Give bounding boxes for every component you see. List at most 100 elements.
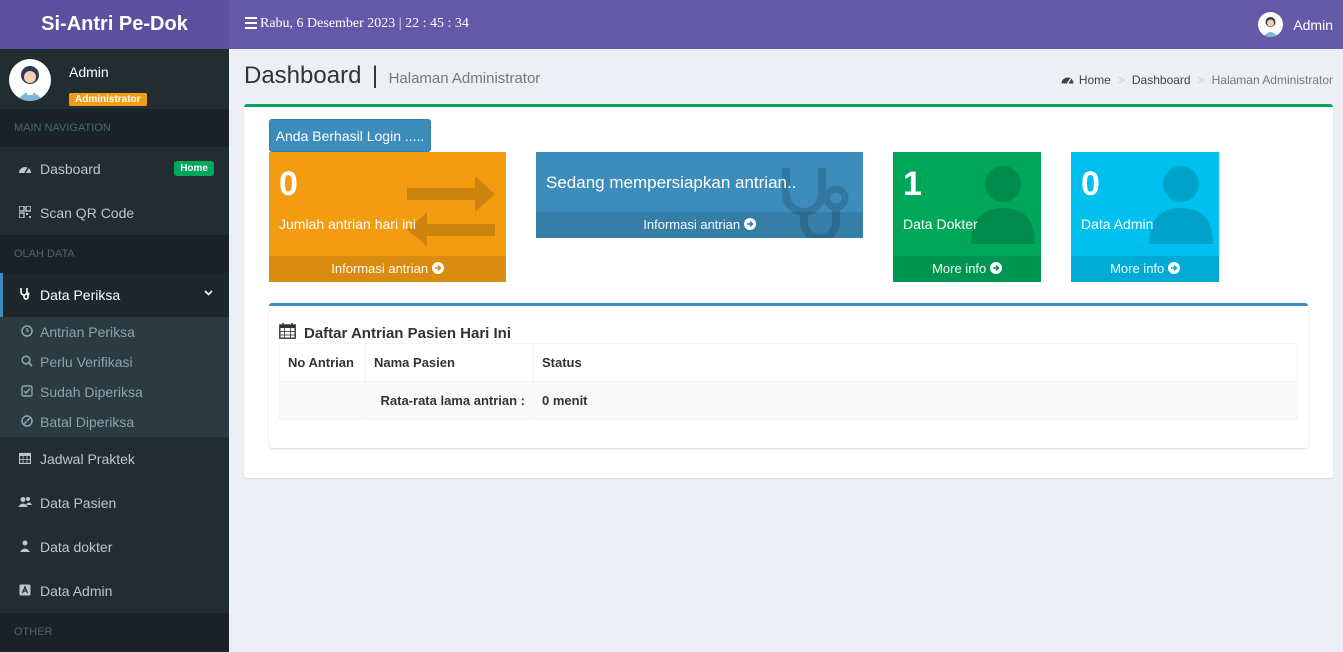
home-badge: Home	[174, 161, 214, 176]
admin-icon	[17, 584, 33, 599]
doctor-more-info-label: More info	[932, 261, 987, 276]
calendar-icon	[17, 452, 33, 467]
sidebar-item-sudah-diperiksa[interactable]: Sudah Diperiksa	[0, 377, 229, 407]
column-status: Status	[533, 343, 1298, 382]
arrow-circle-right-icon	[1167, 262, 1180, 274]
queue-list-box: Daftar Antrian Pasien Hari Ini No Antria…	[269, 303, 1308, 448]
status-info-label: Informasi antrian	[643, 217, 741, 232]
sidebar-item-perlu-verifikasi[interactable]: Perlu Verifikasi	[0, 347, 229, 377]
queue-table: No Antrian Nama Pasien Status Rata-rata …	[279, 343, 1298, 420]
queue-list-title-text: Daftar Antrian Pasien Hari Ini	[304, 324, 511, 342]
sidebar-item-label: Perlu Verifikasi	[40, 354, 133, 370]
column-nama-pasien: Nama Pasien	[365, 343, 534, 382]
sidebar-item-label: Data Pasien	[40, 495, 117, 511]
arrow-circle-right-icon	[989, 262, 1002, 274]
sidebar-item-data-admin[interactable]: Data Admin	[0, 569, 229, 613]
queue-count-card: 0 Jumlah antrian hari ini Informasi antr…	[269, 152, 506, 282]
breadcrumb-dashboard[interactable]: Dashboard	[1132, 73, 1191, 87]
doctor-icon	[17, 540, 33, 555]
content-header: Dashboard | Halaman Administrator	[244, 62, 540, 94]
doctor-count-value: 1	[903, 165, 922, 203]
sidebar-item-label: Data dokter	[40, 539, 113, 555]
empty-cell	[279, 381, 366, 420]
queue-list-title: Daftar Antrian Pasien Hari Ini	[279, 323, 511, 343]
sidebar-item-data-pasien[interactable]: Data Pasien	[0, 481, 229, 525]
queue-status-text: Sedang mempersiapkan antrian..	[546, 173, 797, 192]
sidebar-item-scan-qr[interactable]: Scan QR Code	[0, 191, 229, 235]
sidebar-item-label: Dasboard	[40, 161, 101, 177]
user-name: Admin	[1293, 16, 1333, 33]
average-wait-value: 0 menit	[533, 381, 1298, 420]
breadcrumb-current: Halaman Administrator	[1211, 73, 1333, 87]
user-icon	[1149, 166, 1213, 244]
breadcrumb-divider: >	[1117, 73, 1125, 87]
queue-count-label: Jumlah antrian hari ini	[279, 216, 416, 232]
breadcrumb-divider: >	[1197, 73, 1205, 87]
user-doctor-icon	[971, 166, 1035, 244]
sidebar-item-label: Data Admin	[40, 583, 113, 599]
sidebar-item-label: Sudah Diperiksa	[40, 384, 143, 400]
search-icon	[20, 354, 34, 370]
admin-more-info-label: More info	[1110, 261, 1165, 276]
admin-count-card: 0 Data Admin More info	[1071, 152, 1219, 282]
role-badge: Administrator	[69, 93, 147, 106]
admin-more-info-link[interactable]: More info	[1071, 256, 1219, 282]
sidebar-item-dashboard[interactable]: Dasboard Home	[0, 147, 229, 191]
exchange-icon	[407, 176, 495, 246]
sidebar-item-batal-diperiksa[interactable]: Batal Diperiksa	[0, 407, 229, 437]
dashboard-icon	[17, 162, 33, 177]
chevron-down-icon	[204, 287, 213, 299]
check-square-icon	[20, 384, 34, 400]
login-success-button[interactable]: Anda Berhasil Login .....	[269, 119, 431, 152]
doctor-count-card: 1 Data Dokter More info	[893, 152, 1041, 282]
sidebar-item-jadwal-praktek[interactable]: Jadwal Praktek	[0, 437, 229, 481]
sidebar-item-label: Jadwal Praktek	[40, 451, 135, 467]
calendar-icon	[279, 323, 296, 343]
status-info-link[interactable]: Informasi antrian	[536, 212, 863, 238]
column-no-antrian: No Antrian	[279, 343, 366, 382]
ban-icon	[20, 414, 34, 430]
table-header-row: No Antrian Nama Pasien Status	[279, 343, 1298, 382]
section-other: OTHER	[0, 613, 229, 651]
user-panel: Admin Administrator	[0, 49, 229, 109]
breadcrumb: Home > Dashboard > Halaman Administrator	[1061, 73, 1333, 87]
data-periksa-submenu: Antrian Periksa Perlu Verifikasi Sudah D…	[0, 317, 229, 437]
queue-status-card: Sedang mempersiapkan antrian.. Informasi…	[536, 152, 863, 238]
sidebar: Admin Administrator MAIN NAVIGATION Dasb…	[0, 49, 229, 652]
breadcrumb-home[interactable]: Home	[1079, 73, 1111, 87]
arrow-circle-right-icon	[431, 262, 444, 274]
queue-info-label: Informasi antrian	[331, 261, 429, 276]
top-navbar: Rabu, 6 Desember 2023 | 22 : 45 : 34 Adm…	[229, 0, 1343, 49]
sidebar-item-label: Scan QR Code	[40, 205, 135, 221]
section-main-navigation: MAIN NAVIGATION	[0, 109, 229, 147]
admin-count-value: 0	[1081, 165, 1100, 203]
dashboard-icon	[1061, 74, 1074, 87]
user-menu[interactable]: Admin	[1258, 0, 1343, 49]
doctor-count-label: Data Dokter	[903, 216, 978, 232]
stethoscope-icon	[17, 287, 33, 303]
section-olah-data: OLAH DATA	[0, 235, 229, 273]
sidebar-item-label: Batal Diperiksa	[40, 414, 135, 430]
sidebar-item-label: Data Periksa	[40, 287, 121, 303]
doctor-more-info-link[interactable]: More info	[893, 256, 1041, 282]
table-row: Rata-rata lama antrian : 0 menit	[279, 381, 1298, 420]
users-icon	[17, 496, 33, 511]
queue-count-value: 0	[279, 165, 298, 203]
hamburger-icon[interactable]	[245, 17, 257, 29]
sidebar-item-label: Antrian Periksa	[40, 324, 135, 340]
arrow-circle-right-icon	[743, 218, 756, 230]
sidebar-item-antrian-periksa[interactable]: Antrian Periksa	[0, 317, 229, 347]
clock-icon	[20, 324, 34, 340]
sidebar-user-name: Admin	[69, 64, 109, 80]
avatar	[1258, 12, 1284, 37]
app-logo[interactable]: Si-Antri Pe-Dok	[0, 0, 229, 49]
sidebar-item-data-periksa[interactable]: Data Periksa	[0, 273, 229, 317]
datetime-display: Rabu, 6 Desember 2023 | 22 : 45 : 34	[260, 16, 469, 31]
title-separator: |	[371, 62, 379, 89]
page-subtitle: Halaman Administrator	[388, 70, 541, 87]
average-wait-label: Rata-rata lama antrian :	[365, 381, 534, 420]
page-title: Dashboard	[244, 62, 362, 89]
sidebar-item-data-dokter[interactable]: Data dokter	[0, 525, 229, 569]
avatar	[9, 59, 51, 101]
queue-info-link[interactable]: Informasi antrian	[269, 256, 506, 282]
